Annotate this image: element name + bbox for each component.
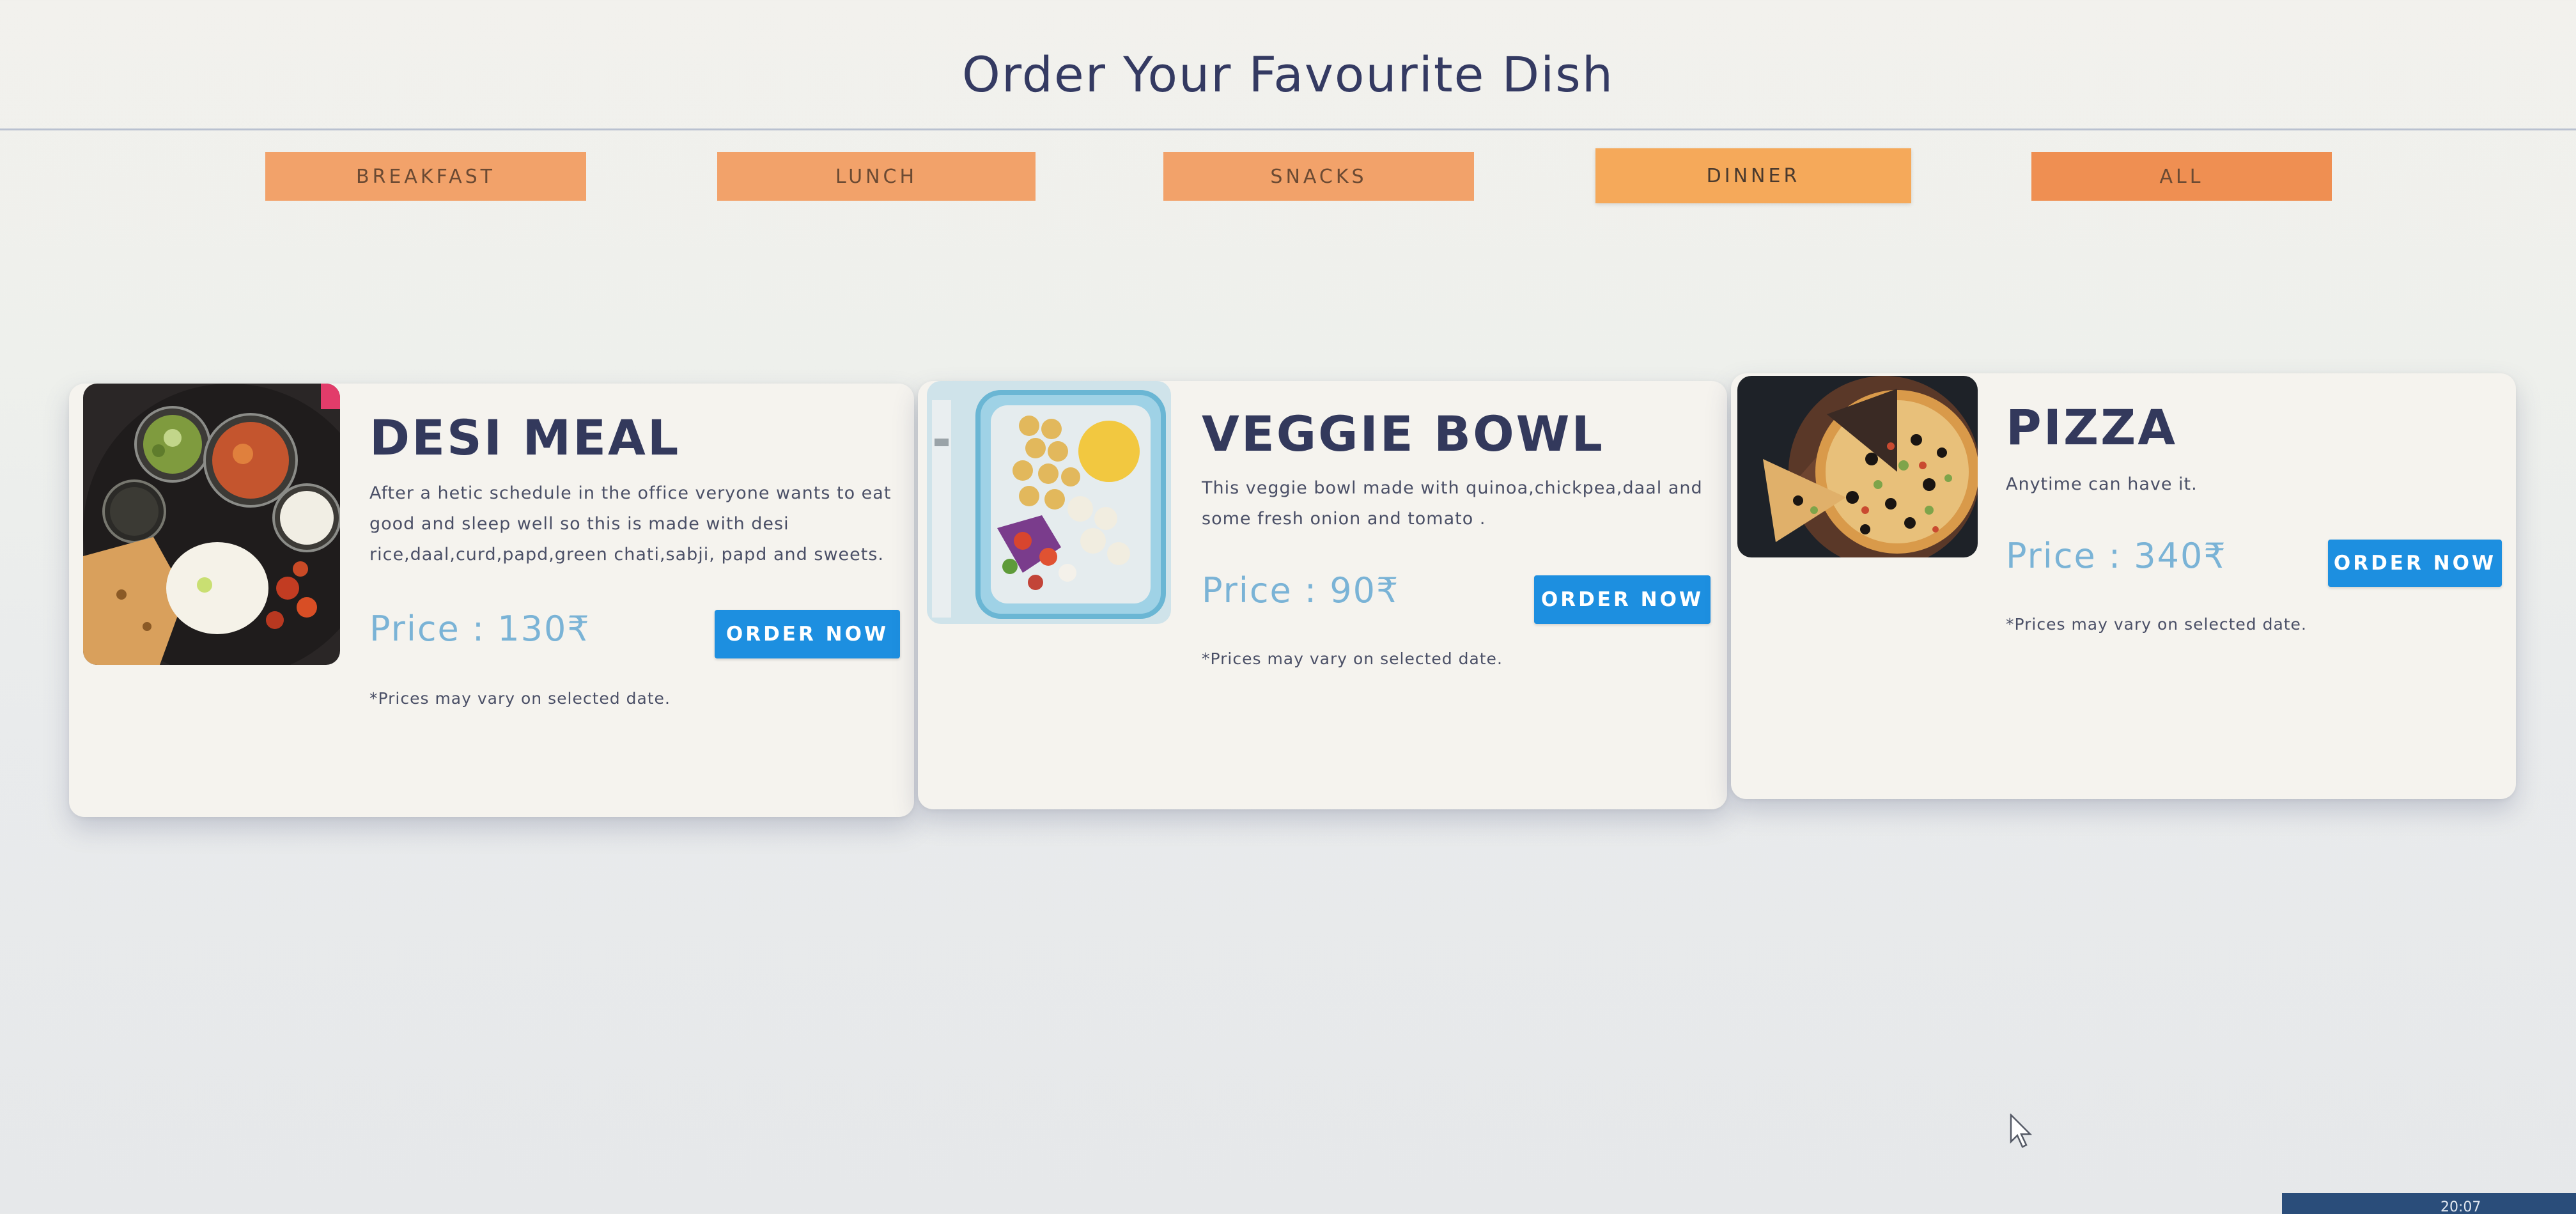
tab-dinner[interactable]: DINNER [1595, 148, 1911, 203]
pizza-icon [1737, 376, 1978, 557]
dish-price: Price : 130₹ [369, 609, 591, 649]
taskbar [2282, 1193, 2576, 1214]
price-note: *Prices may vary on selected date. [1202, 650, 1503, 668]
taskbar-clock: 20:07 [2440, 1199, 2481, 1214]
price-note: *Prices may vary on selected date. [2006, 615, 2307, 634]
page-header: Order Your Favourite Dish [0, 0, 2576, 130]
tab-snacks[interactable]: SNACKS [1163, 152, 1474, 201]
tab-all[interactable]: ALL [2031, 152, 2332, 201]
tab-lunch[interactable]: LUNCH [717, 152, 1036, 201]
dish-description: Anytime can have it. [2006, 474, 2198, 494]
price-note: *Prices may vary on selected date. [369, 689, 671, 708]
dish-title: PIZZA [2006, 399, 2178, 456]
dish-card-veggie-bowl: VEGGIE BOWL This veggie bowl made with q… [918, 381, 1727, 809]
dish-price: Price : 340₹ [2006, 536, 2227, 576]
page-title: Order Your Favourite Dish [962, 46, 1614, 103]
veggie-bowl-icon [927, 381, 1171, 624]
order-now-button[interactable]: ORDER NOW [1534, 575, 1711, 624]
dish-title: DESI MEAL [369, 409, 681, 466]
order-now-button[interactable]: ORDER NOW [2328, 540, 2502, 587]
thali-plate-icon [83, 384, 340, 665]
dish-description: After a hetic schedule in the office ver… [369, 483, 892, 564]
dish-description: This veggie bowl made with quinoa,chickp… [1202, 478, 1703, 529]
dish-card-pizza: PIZZA Anytime can have it. Price : 340₹ … [1731, 373, 2516, 799]
tab-breakfast[interactable]: BREAKFAST [265, 152, 586, 201]
dish-price: Price : 90₹ [1202, 570, 1400, 611]
mouse-cursor-icon [2010, 1114, 2033, 1148]
order-now-button[interactable]: ORDER NOW [715, 610, 900, 658]
dish-card-desi-meal: DESI MEAL After a hetic schedule in the … [69, 384, 914, 817]
category-tabs: BREAKFAST LUNCH SNACKS DINNER ALL [0, 148, 2576, 203]
dish-title: VEGGIE BOWL [1202, 405, 1604, 462]
